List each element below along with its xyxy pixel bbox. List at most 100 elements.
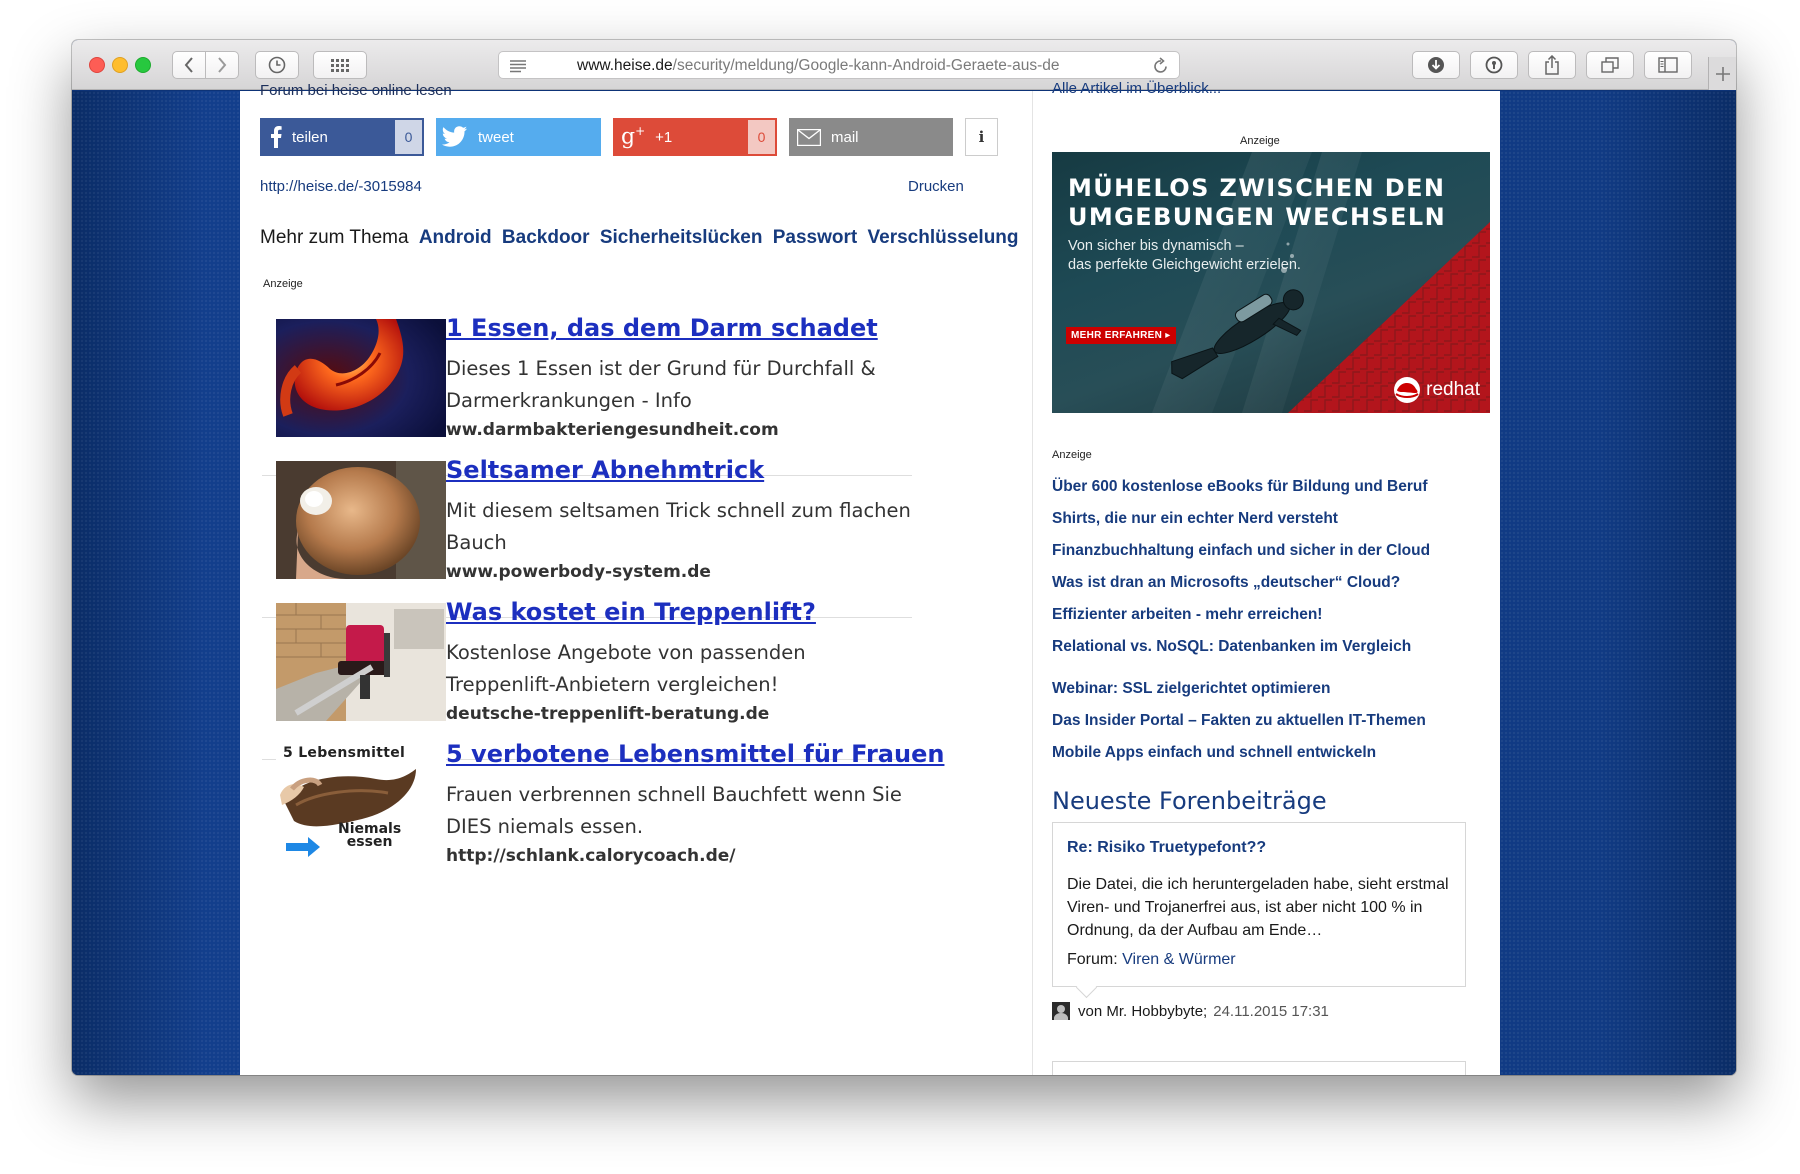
- ad-label: Anzeige: [263, 278, 303, 290]
- ad-title[interactable]: Was kostet ein Treppenlift?: [446, 598, 816, 626]
- ad-item[interactable]: 1 Essen, das dem Darm schadet Dieses 1 E…: [262, 312, 912, 476]
- tab-overview-button[interactable]: [1586, 51, 1634, 79]
- share-info-button[interactable]: i: [965, 118, 998, 156]
- ad-domain: deutsche-treppenlift-beratung.de: [446, 704, 770, 724]
- ad-title[interactable]: 5 verbotene Lebensmittel für Frauen: [446, 740, 944, 768]
- topic-tag-verschluesselung[interactable]: Verschlüsselung: [868, 227, 1019, 248]
- sidebar-ad-link[interactable]: Effizienter arbeiten - mehr erreichen!: [1052, 599, 1492, 631]
- password-manager-button[interactable]: [1470, 51, 1518, 79]
- topic-tag-backdoor[interactable]: Backdoor: [502, 227, 590, 248]
- topic-tag-sicherheitsluecken[interactable]: Sicherheitslücken: [600, 227, 763, 248]
- forum-post-excerpt: Die Datei, die ich heruntergeladen habe,…: [1067, 876, 1449, 939]
- share-icon: [1545, 55, 1559, 75]
- ad-thumbnail-caption-top: 5 Lebensmittel: [283, 745, 406, 761]
- history-button[interactable]: [255, 51, 299, 79]
- close-window-button[interactable]: [89, 57, 105, 73]
- print-link[interactable]: Drucken: [908, 178, 964, 195]
- all-articles-link[interactable]: Alle Artikel im Überblick...: [1052, 80, 1221, 97]
- ad-domain: www.powerbody-system.de: [446, 562, 711, 582]
- info-icon: i: [978, 128, 985, 146]
- redhat-banner-ad[interactable]: MÜHELOS ZWISCHEN DEN UMGEBUNGEN WECHSELN…: [1052, 152, 1490, 413]
- gplus-share-label: +1: [655, 128, 673, 146]
- ad-item[interactable]: 5 Lebensmittel Niemals essen 5 verbotene…: [262, 738, 944, 902]
- url-text: www.heise.de/security/meldung/Google-kan…: [577, 57, 1060, 74]
- twitter-share-button[interactable]: tweet: [436, 118, 601, 156]
- avatar: [1052, 1002, 1070, 1020]
- keyhole-icon: [1485, 56, 1503, 74]
- browser-window: www.heise.de/security/meldung/Google-kan…: [72, 40, 1736, 1075]
- ad-thumbnail-food[interactable]: 5 Lebensmittel Niemals essen: [276, 745, 446, 863]
- ad-thumbnail-egg[interactable]: [276, 461, 446, 579]
- tabs-icon: [1601, 57, 1619, 73]
- sidebar-ad-link[interactable]: Webinar: SSL zielgerichtet optimieren: [1052, 673, 1492, 705]
- redhat-hat-icon: [1394, 377, 1421, 403]
- column-divider: [1032, 91, 1033, 1075]
- forum-prefix: Forum:: [1067, 951, 1118, 968]
- sidebar-toggle-button[interactable]: [1644, 51, 1692, 79]
- envelope-icon: [797, 128, 821, 146]
- reader-view-icon[interactable]: [509, 59, 527, 73]
- facebook-icon: [271, 126, 282, 148]
- forum-post-title[interactable]: Re: Risiko Truetypefont??: [1067, 839, 1266, 857]
- ad-thumbnail-stomach[interactable]: [276, 319, 446, 437]
- forward-button[interactable]: [205, 51, 239, 79]
- sidebar-ad-link[interactable]: Finanzbuchhaltung einfach und sicher in …: [1052, 535, 1492, 567]
- sidebar-ad-link[interactable]: Mobile Apps einfach und schnell entwicke…: [1052, 737, 1492, 769]
- sidebar-ad-links: Über 600 kostenlose eBooks für Bildung u…: [1052, 471, 1492, 769]
- reload-icon[interactable]: [1153, 57, 1169, 75]
- sidebar-ad-label: Anzeige: [1052, 449, 1092, 461]
- ad-description: Frauen verbrennen schnell Bauchfett wenn…: [446, 783, 902, 838]
- forum-section-heading: Neueste Forenbeiträge: [1052, 787, 1327, 815]
- gplus-share-count: 0: [748, 120, 775, 154]
- ad-title[interactable]: Seltsamer Abnehmtrick: [446, 456, 764, 484]
- ad-description: Dieses 1 Essen ist der Grund für Durchfa…: [446, 357, 876, 412]
- sidebar-ad-link[interactable]: Über 600 kostenlose eBooks für Bildung u…: [1052, 471, 1492, 503]
- mail-share-button[interactable]: mail: [789, 118, 953, 156]
- forum-post-forum: Forum: Viren & Würmer: [1067, 951, 1236, 969]
- top-sites-button[interactable]: [313, 51, 367, 79]
- ad-domain: http://schlank.calorycoach.de/: [446, 846, 736, 866]
- forum-link-cutoff[interactable]: Forum bei heise online lesen: [260, 82, 452, 99]
- facebook-share-button[interactable]: teilen 0: [260, 118, 424, 156]
- gplus-icon: g+: [621, 124, 646, 150]
- topic-tag-passwort[interactable]: Passwort: [773, 227, 857, 248]
- minimize-window-button[interactable]: [112, 57, 128, 73]
- article-short-link[interactable]: http://heise.de/-3015984: [260, 178, 422, 195]
- sidebar-icon: [1658, 57, 1678, 73]
- forum-name-link[interactable]: Viren & Würmer: [1122, 951, 1236, 968]
- zoom-window-button[interactable]: [135, 57, 151, 73]
- redhat-brand-text: redhat: [1426, 379, 1480, 400]
- back-button[interactable]: [172, 51, 206, 79]
- grid-icon: [331, 59, 349, 72]
- ad-description: Kostenlose Angebote von passenden Treppe…: [446, 641, 806, 696]
- sidebar-ad-link[interactable]: Was ist dran an Microsofts „deutscher“ C…: [1052, 567, 1492, 599]
- web-viewport: Forum bei heise online lesen teilen 0 tw…: [72, 80, 1736, 1075]
- new-tab-button[interactable]: [1708, 57, 1736, 90]
- ad-item[interactable]: Seltsamer Abnehmtrick Mit diesem seltsam…: [262, 454, 912, 618]
- twitter-share-label: tweet: [478, 128, 514, 146]
- forum-post-card-next: [1052, 1061, 1466, 1075]
- mail-share-label: mail: [831, 128, 859, 146]
- sidebar-ad-link[interactable]: Shirts, die nur ein echter Nerd versteht: [1052, 503, 1492, 535]
- forum-post-card[interactable]: Re: Risiko Truetypefont?? Die Datei, die…: [1052, 822, 1466, 987]
- sidebar-ad-link[interactable]: Das Insider Portal – Fakten zu aktuellen…: [1052, 705, 1492, 737]
- banner-cta-button[interactable]: MEHR ERFAHREN ▸: [1066, 327, 1176, 344]
- chevron-left-icon: [184, 57, 193, 73]
- share-button[interactable]: [1528, 51, 1576, 79]
- banner-ad-label: Anzeige: [1240, 135, 1280, 147]
- chevron-right-icon: [218, 57, 227, 73]
- downloads-button[interactable]: [1412, 51, 1460, 79]
- forum-author-name[interactable]: von Mr. Hobbybyte;: [1078, 1003, 1207, 1020]
- ad-item[interactable]: Was kostet ein Treppenlift? Kostenlose A…: [262, 596, 912, 760]
- page-content: Forum bei heise online lesen teilen 0 tw…: [240, 80, 1500, 1075]
- banner-headline: MÜHELOS ZWISCHEN DEN UMGEBUNGEN WECHSELN: [1068, 174, 1447, 231]
- ad-thumbnail-stairlift[interactable]: [276, 603, 446, 721]
- twitter-icon: [442, 126, 467, 147]
- topic-tag-android[interactable]: Android: [419, 227, 492, 248]
- sidebar-ad-link[interactable]: Relational vs. NoSQL: Datenbanken im Ver…: [1052, 631, 1492, 663]
- ad-title[interactable]: 1 Essen, das dem Darm schadet: [446, 314, 878, 342]
- ad-thumbnail-caption-bottom: Niemals essen: [338, 821, 402, 850]
- address-bar[interactable]: www.heise.de/security/meldung/Google-kan…: [498, 51, 1180, 79]
- gplus-share-button[interactable]: g+ +1 0: [613, 118, 777, 156]
- forum-post-date: 24.11.2015 17:31: [1213, 1002, 1329, 1020]
